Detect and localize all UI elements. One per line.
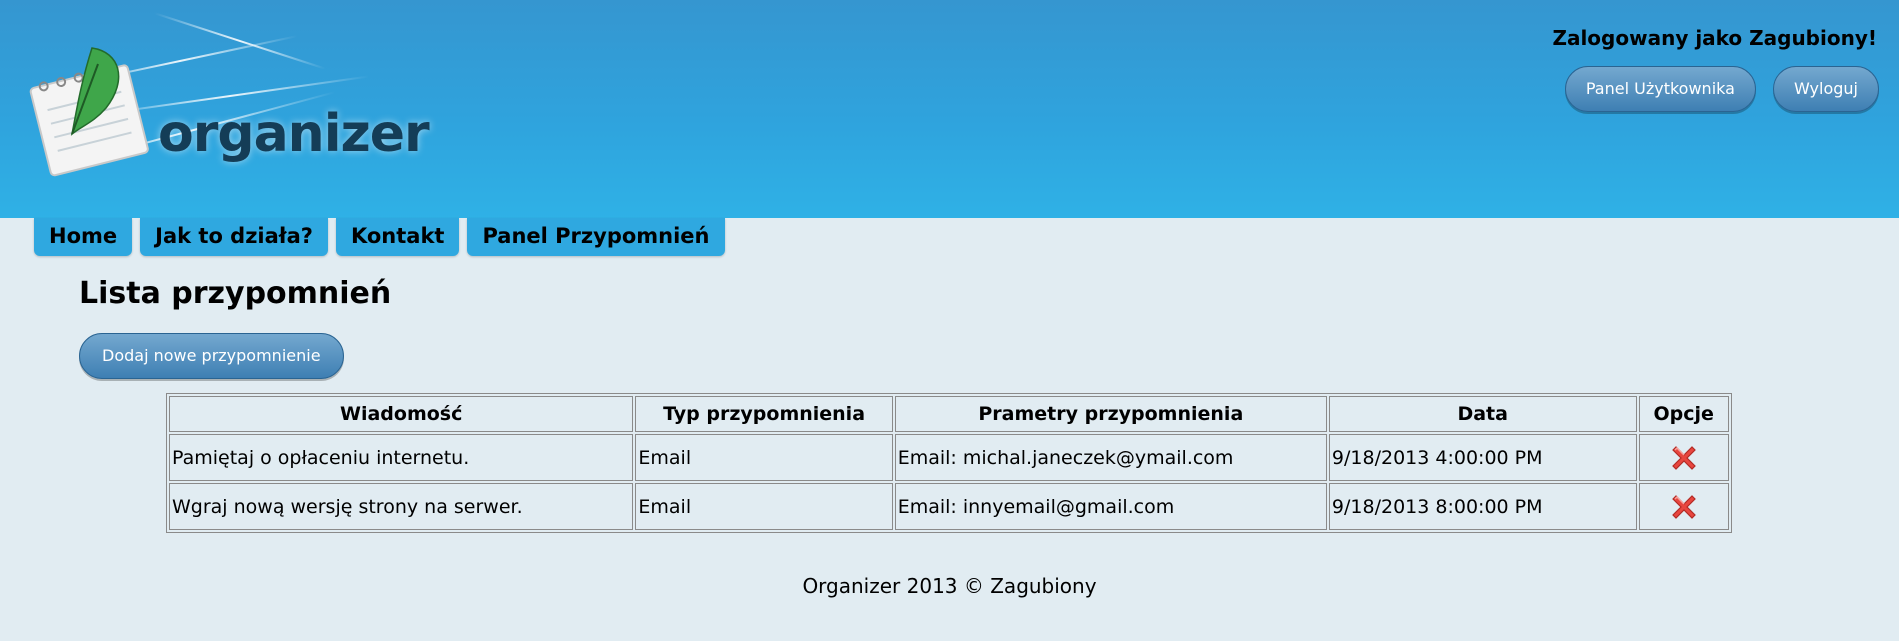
user-panel-button[interactable]: Panel Użytkownika	[1564, 66, 1756, 112]
column-header-type: Typ przypomnienia	[635, 396, 893, 432]
cell-options	[1638, 434, 1729, 481]
tab-how-it-works[interactable]: Jak to działa?	[140, 218, 328, 256]
cell-params: Email: innyemail@gmail.com	[894, 483, 1327, 530]
cell-type: Email	[635, 434, 893, 481]
cell-date: 9/18/2013 8:00:00 PM	[1328, 483, 1637, 530]
cell-params: Email: michal.janeczek@ymail.com	[894, 434, 1327, 481]
header: organizer Zalogowany jako Zagubiony! Pan…	[0, 0, 1899, 218]
delete-x-icon[interactable]	[1667, 441, 1701, 475]
cell-options	[1638, 483, 1729, 530]
logout-button[interactable]: Wyloguj	[1773, 66, 1879, 112]
add-reminder-button[interactable]: Dodaj nowe przypomnienie	[79, 333, 344, 379]
table-row: Wgraj nową wersję strony na serwer. Emai…	[169, 483, 1729, 530]
column-header-params: Prametry przypomnienia	[894, 396, 1327, 432]
logo-text: organizer	[158, 104, 430, 164]
table-row: Pamiętaj o opłaceniu internetu. Email Em…	[169, 434, 1729, 481]
cell-message: Wgraj nową wersję strony na serwer.	[169, 483, 634, 530]
notepad-feather-icon	[29, 47, 149, 177]
column-header-date: Data	[1328, 396, 1637, 432]
user-area: Zalogowany jako Zagubiony! Panel Użytkow…	[1552, 26, 1879, 112]
tab-contact[interactable]: Kontakt	[335, 218, 460, 256]
cell-type: Email	[635, 483, 893, 530]
column-header-message: Wiadomość	[169, 396, 634, 432]
tab-home[interactable]: Home	[34, 218, 133, 256]
logged-in-label: Zalogowany jako Zagubiony!	[1552, 26, 1877, 50]
cell-message: Pamiętaj o opłaceniu internetu.	[169, 434, 634, 481]
cell-date: 9/18/2013 4:00:00 PM	[1328, 434, 1637, 481]
column-header-options: Opcje	[1638, 396, 1729, 432]
page-title: Lista przypomnień	[79, 276, 392, 311]
reminders-table: Wiadomość Typ przypomnienia Prametry prz…	[166, 393, 1732, 533]
table-header-row: Wiadomość Typ przypomnienia Prametry prz…	[169, 396, 1729, 432]
logo[interactable]: organizer	[20, 30, 430, 180]
main-nav: Home Jak to działa? Kontakt Panel Przypomni…	[34, 218, 733, 256]
delete-x-icon[interactable]	[1667, 490, 1701, 524]
tab-reminders-panel[interactable]: Panel Przypomnień	[467, 218, 725, 256]
footer: Organizer 2013 © Zagubiony	[802, 574, 1097, 598]
